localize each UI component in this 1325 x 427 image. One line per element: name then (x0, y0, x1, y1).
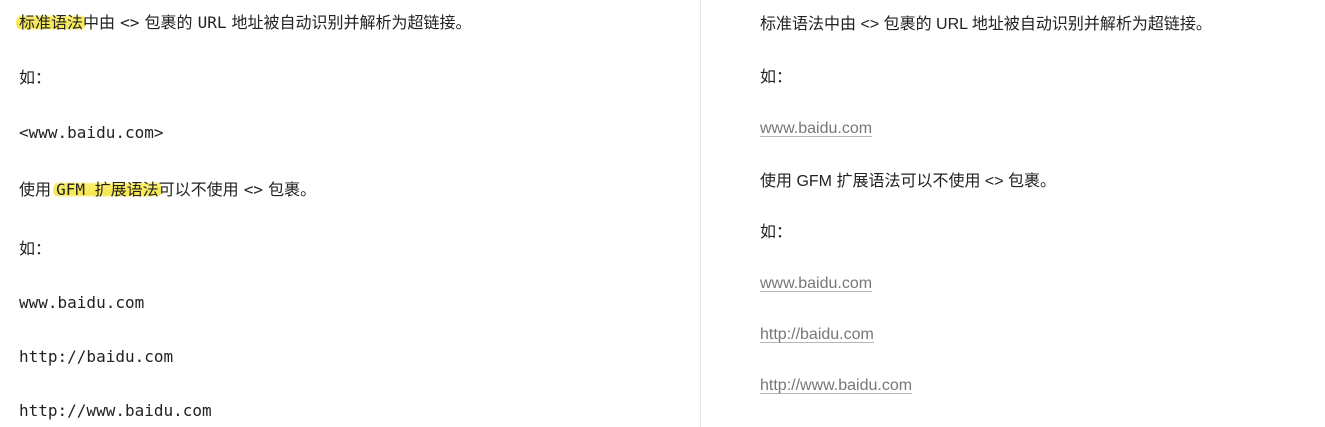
source-example-label-2: 如： (19, 239, 52, 258)
source-intro-text-3: 地址被自动识别并解析为超链接。 (226, 13, 472, 32)
preview-example-label-2: 如： (760, 224, 793, 241)
source-gfm-line: 使用 GFM 扩展语法可以不使用 <> 包裹。 (19, 179, 316, 201)
preview-link[interactable]: www.baidu.com (760, 118, 872, 140)
source-intro-text-2: 包裹的 (139, 13, 198, 32)
source-url-word: URL (197, 13, 227, 32)
highlight-mark: 标准语法 (16, 13, 87, 32)
source-example-label-1: 如： (19, 68, 52, 87)
markdown-editor: 标准语法中由 <> 包裹的 URL 地址被自动识别并解析为超链接。 如： <ww… (0, 0, 1325, 427)
source-intro-line: 标准语法中由 <> 包裹的 URL 地址被自动识别并解析为超链接。 (16, 12, 472, 34)
preview-pane: 标准语法中由 <> 包裹的 URL 地址被自动识别并解析为超链接。 如： www… (701, 0, 1325, 427)
source-pane[interactable]: 标准语法中由 <> 包裹的 URL 地址被自动识别并解析为超链接。 如： <ww… (0, 0, 700, 427)
preview-link[interactable]: www.baidu.com (760, 273, 872, 295)
source-url-line: http://baidu.com (19, 347, 174, 366)
source-gfm-middle: 可以不使用 (158, 180, 244, 199)
source-gfm-prefix: 使用 (19, 180, 57, 199)
highlight-mark: GFM 扩展语法 (53, 180, 162, 199)
source-gfm-suffix: 包裹。 (263, 180, 317, 199)
preview-link-text[interactable]: www.baidu.com (760, 120, 872, 137)
source-angle-brackets: <> (243, 180, 263, 199)
source-angle-brackets: <> (120, 13, 140, 32)
preview-link[interactable]: http://www.baidu.com (760, 375, 912, 397)
preview-example-label-1: 如： (760, 69, 793, 86)
source-url-line: http://www.baidu.com (19, 401, 212, 420)
preview-link[interactable]: http://baidu.com (760, 324, 874, 346)
source-url-line: www.baidu.com (19, 293, 145, 312)
preview-link-text[interactable]: http://www.baidu.com (760, 377, 912, 394)
source-intro-text: 中由 (83, 13, 121, 32)
preview-gfm-sentence: 使用 GFM 扩展语法可以不使用 <> 包裹。 (760, 173, 1057, 190)
preview-link-text[interactable]: http://baidu.com (760, 326, 874, 343)
preview-intro: 标准语法中由 <> 包裹的 URL 地址被自动识别并解析为超链接。 (760, 16, 1212, 33)
source-angle-link: <www.baidu.com> (19, 123, 164, 142)
preview-link-text[interactable]: www.baidu.com (760, 275, 872, 292)
